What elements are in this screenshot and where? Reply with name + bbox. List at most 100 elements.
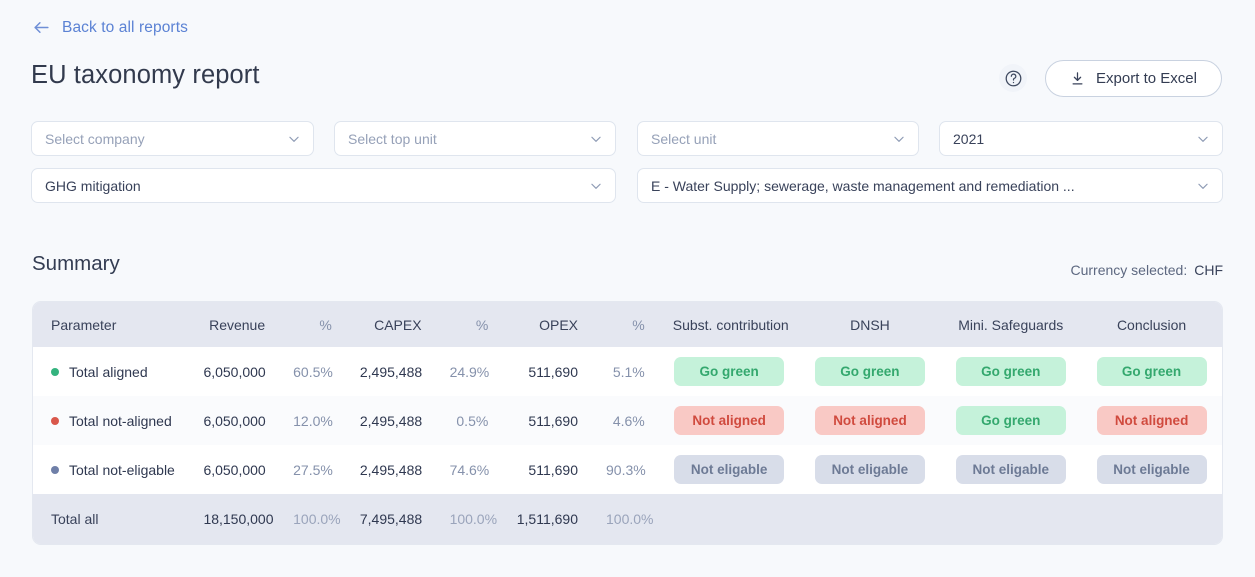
table-totals-row: Total all 18,150,000 100.0% 7,495,488 10… <box>33 494 1222 544</box>
cell-opex: 511,690 <box>502 347 592 396</box>
totals-opex: 1,511,690 <box>502 494 592 544</box>
cell-conclusion: Not aligned <box>1081 396 1222 445</box>
select-company-value: Select company <box>45 130 145 147</box>
cell-opex: 511,690 <box>502 445 592 494</box>
column-header-subst-contribution: Subst. contribution <box>658 302 800 347</box>
cell-conclusion: Go green <box>1081 347 1222 396</box>
cell-revenue: 6,050,000 <box>189 347 280 396</box>
page-title: EU taxonomy report <box>31 61 260 89</box>
status-badge: Go green <box>814 357 925 386</box>
select-objective-dropdown[interactable]: GHG mitigation <box>31 168 616 203</box>
chevron-down-icon <box>1198 136 1208 142</box>
column-header-mini-safeguards: Mini. Safeguards <box>940 302 1082 347</box>
status-badge: Go green <box>1096 357 1207 386</box>
totals-dnsh <box>799 494 941 544</box>
cell-subst-contribution: Go green <box>658 347 800 396</box>
row-parameter-label: Total aligned <box>69 363 148 380</box>
cell-mini-safeguards: Go green <box>940 347 1082 396</box>
totals-capex-pct: 100.0% <box>435 494 503 544</box>
status-badge: Not eligable <box>1096 455 1207 484</box>
status-dot <box>51 416 59 425</box>
arrow-left-icon <box>34 21 49 34</box>
eu-taxonomy-report-page: Back to all reports EU taxonomy report E… <box>0 0 1255 577</box>
cell-opex-pct: 4.6% <box>592 396 659 445</box>
status-badge: Go green <box>674 357 785 386</box>
download-icon <box>1072 72 1083 85</box>
column-header-capex-percent: % <box>435 302 503 347</box>
totals-opex-pct: 100.0% <box>592 494 659 544</box>
totals-subst-contribution <box>658 494 800 544</box>
cell-conclusion: Not eligable <box>1081 445 1222 494</box>
table-row[interactable]: Total aligned 6,050,000 60.5% 2,495,488 … <box>33 347 1222 396</box>
back-to-all-reports-link[interactable]: Back to all reports <box>32 18 188 37</box>
column-header-opex-percent: % <box>592 302 659 347</box>
cell-capex: 2,495,488 <box>345 347 436 396</box>
column-header-revenue: Revenue <box>189 302 280 347</box>
chevron-down-icon <box>591 183 601 189</box>
cell-revenue: 6,050,000 <box>189 396 280 445</box>
totals-capex: 7,495,488 <box>345 494 436 544</box>
status-badge: Not aligned <box>1096 406 1207 435</box>
column-header-conclusion: Conclusion <box>1081 302 1222 347</box>
select-sector-dropdown[interactable]: E - Water Supply; sewerage, waste manage… <box>637 168 1223 203</box>
cell-revenue: 6,050,000 <box>189 445 280 494</box>
cell-opex: 511,690 <box>502 396 592 445</box>
chevron-down-icon <box>894 136 904 142</box>
table-row[interactable]: Total not-aligned 6,050,000 12.0% 2,495,… <box>33 396 1222 445</box>
cell-dnsh: Not eligable <box>799 445 941 494</box>
select-year-dropdown[interactable]: 2021 <box>939 121 1223 156</box>
cell-revenue-pct: 60.5% <box>279 347 346 396</box>
table-body: Total aligned 6,050,000 60.5% 2,495,488 … <box>33 347 1222 544</box>
table-row[interactable]: Total not-eligable 6,050,000 27.5% 2,495… <box>33 445 1222 494</box>
column-header-capex: CAPEX <box>345 302 436 347</box>
cell-dnsh: Not aligned <box>799 396 941 445</box>
column-header-parameter: Parameter <box>33 302 190 347</box>
cell-opex-pct: 5.1% <box>592 347 659 396</box>
select-unit-dropdown[interactable]: Select unit <box>637 121 919 156</box>
chevron-down-icon <box>591 136 601 142</box>
select-company-dropdown[interactable]: Select company <box>31 121 314 156</box>
totals-revenue-pct: 100.0% <box>279 494 346 544</box>
table-header: Parameter Revenue % CAPEX % OPEX % Subst… <box>33 302 1222 347</box>
back-link-label: Back to all reports <box>62 18 188 36</box>
status-badge: Not eligable <box>955 455 1066 484</box>
row-parameter-label: Total not-eligable <box>69 461 175 478</box>
question-circle-icon <box>1005 70 1021 86</box>
cell-capex: 2,495,488 <box>345 396 436 445</box>
summary-table: Parameter Revenue % CAPEX % OPEX % Subst… <box>32 301 1223 545</box>
export-to-excel-button[interactable]: Export to Excel <box>1045 60 1222 97</box>
currency-selected: Currency selected: CHF <box>1071 262 1224 278</box>
cell-opex-pct: 90.3% <box>592 445 659 494</box>
chevron-down-icon <box>1198 183 1208 189</box>
column-header-revenue-percent: % <box>279 302 346 347</box>
cell-subst-contribution: Not aligned <box>658 396 800 445</box>
cell-subst-contribution: Not eligable <box>658 445 800 494</box>
row-parameter-cell: Total not-eligable <box>33 445 190 494</box>
status-badge: Go green <box>955 406 1066 435</box>
summary-heading: Summary <box>32 252 120 275</box>
totals-revenue: 18,150,000 <box>189 494 280 544</box>
chevron-down-icon <box>289 136 299 142</box>
currency-value: CHF <box>1194 262 1223 278</box>
totals-label: Total all <box>33 494 190 544</box>
help-button[interactable] <box>999 64 1027 92</box>
select-top-unit-value: Select top unit <box>348 130 437 147</box>
select-sector-value: E - Water Supply; sewerage, waste manage… <box>651 177 1075 194</box>
cell-mini-safeguards: Go green <box>940 396 1082 445</box>
currency-label: Currency selected: <box>1070 262 1188 278</box>
status-dot <box>51 367 59 376</box>
export-button-label: Export to Excel <box>1096 70 1197 87</box>
select-top-unit-dropdown[interactable]: Select top unit <box>334 121 616 156</box>
select-year-value: 2021 <box>953 130 985 147</box>
cell-capex-pct: 24.9% <box>435 347 503 396</box>
totals-mini-safeguards <box>940 494 1082 544</box>
column-header-dnsh: DNSH <box>799 302 941 347</box>
select-objective-value: GHG mitigation <box>45 177 141 194</box>
status-badge: Not aligned <box>814 406 925 435</box>
row-parameter-cell: Total aligned <box>33 347 190 396</box>
select-unit-value: Select unit <box>651 130 717 147</box>
status-badge: Go green <box>955 357 1066 386</box>
cell-dnsh: Go green <box>799 347 941 396</box>
cell-capex: 2,495,488 <box>345 445 436 494</box>
row-parameter-label: Total not-aligned <box>69 412 172 429</box>
